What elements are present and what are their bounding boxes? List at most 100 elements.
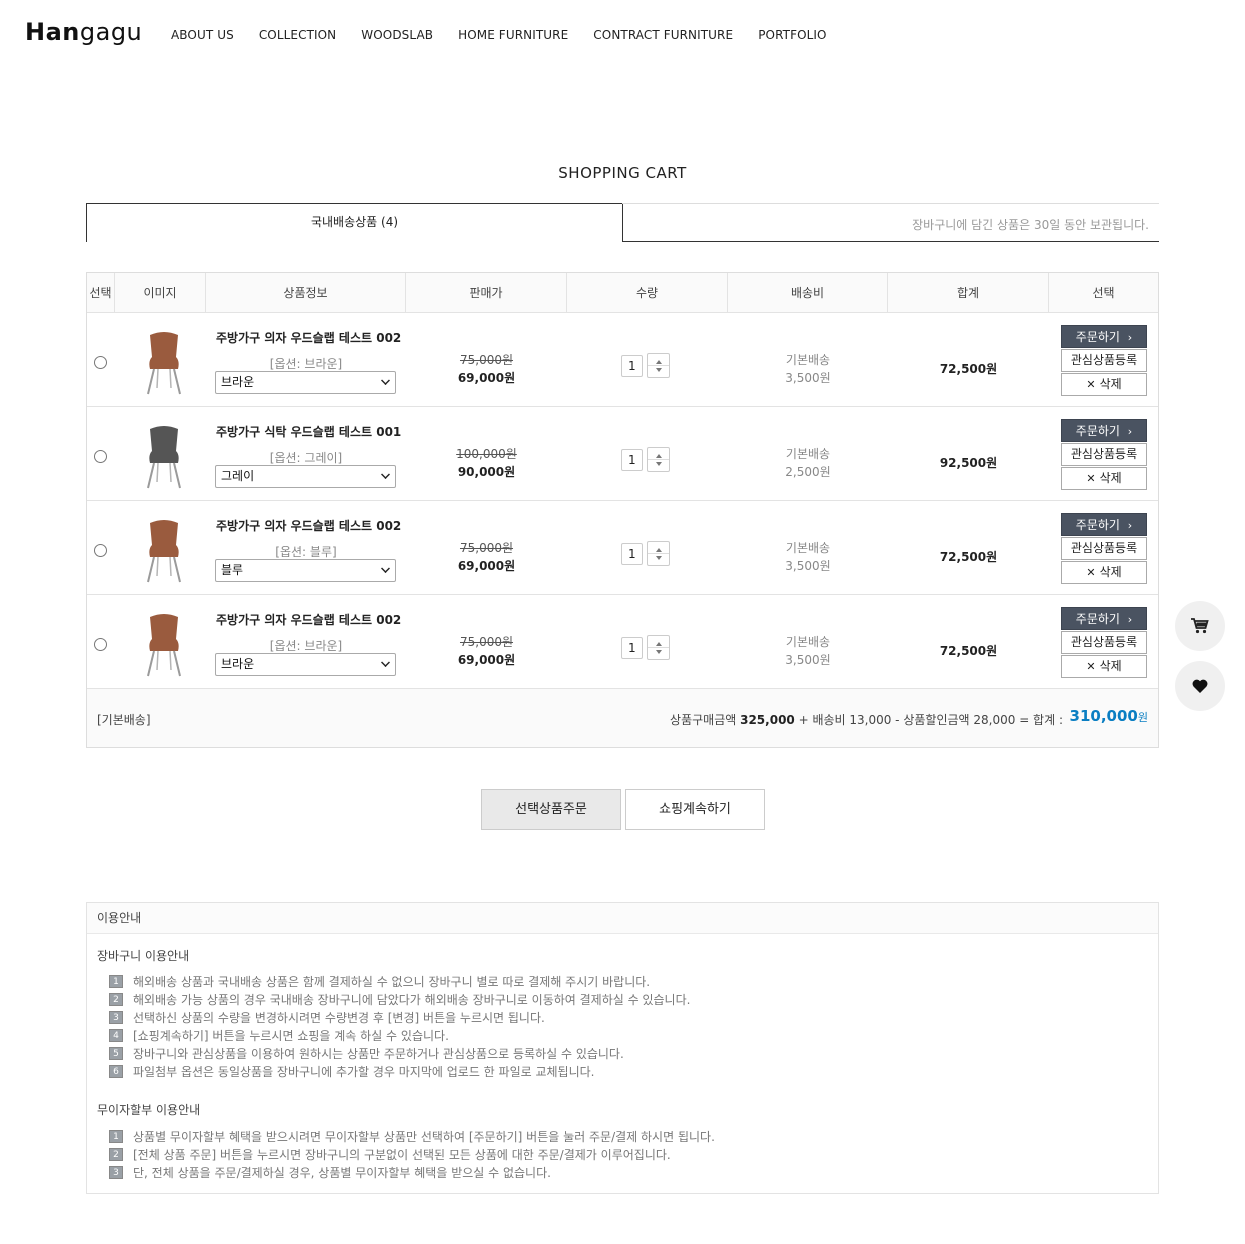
quantity-input[interactable]: 1: [621, 355, 643, 377]
increment-icon[interactable]: [656, 548, 662, 552]
row-select-radio[interactable]: [94, 450, 107, 463]
quantity-input[interactable]: 1: [621, 637, 643, 659]
nav-contract-furniture[interactable]: CONTRACT FURNITURE: [593, 28, 733, 42]
floating-cart-button[interactable]: [1175, 601, 1225, 651]
product-option: [옵션: 브라운]: [269, 639, 343, 653]
list-item-text: 선택하신 상품의 수량을 변경하시려면 수량변경 후 [변경] 버튼을 누르시면…: [133, 1010, 545, 1025]
header-actions: 선택: [1092, 286, 1115, 300]
product-thumbnail[interactable]: [115, 595, 206, 688]
shipping-type: 기본배송: [785, 447, 831, 461]
quantity-input[interactable]: 1: [621, 449, 643, 471]
number-badge: 2: [109, 1147, 123, 1161]
shipping-type: 기본배송: [785, 353, 831, 367]
chair-image: [147, 520, 181, 583]
nav-woodslab[interactable]: WOODSLAB: [361, 28, 433, 42]
product-name[interactable]: 주방가구 식탁 우드슬랩 테스트 001: [216, 423, 401, 440]
main-nav: ABOUT US COLLECTION WOODSLAB HOME FURNIT…: [171, 28, 852, 42]
option-select[interactable]: 그레이: [215, 465, 396, 488]
order-button[interactable]: 주문하기 ›: [1061, 513, 1147, 536]
list-item-text: 해외배송 상품과 국내배송 상품은 함께 결제하실 수 없으니 장바구니 별로 …: [133, 974, 651, 989]
chevron-down-icon: [381, 470, 390, 479]
installment-guide-list: 1 상품별 무이자할부 혜택을 받으시려면 무이자할부 상품만 선택하여 [주문하…: [109, 1127, 715, 1181]
product-name[interactable]: 주방가구 의자 우드슬랩 테스트 002: [216, 611, 401, 628]
tab-domestic[interactable]: 국내배송상품 (4): [86, 203, 623, 242]
heart-icon: [1192, 679, 1208, 693]
list-item: 3 선택하신 상품의 수량을 변경하시려면 수량변경 후 [변경] 버튼을 누르시…: [109, 1008, 690, 1026]
header-total: 합계: [888, 273, 1049, 312]
quantity-input[interactable]: 1: [621, 543, 643, 565]
floating-wishlist-button[interactable]: [1175, 661, 1225, 711]
increment-icon[interactable]: [656, 360, 662, 364]
number-badge: 3: [109, 1165, 123, 1179]
order-button[interactable]: 주문하기 ›: [1061, 607, 1147, 630]
option-select[interactable]: 블루: [215, 559, 396, 582]
sale-price: 69,000원: [457, 653, 516, 667]
option-select[interactable]: 브라운: [215, 653, 396, 676]
order-button[interactable]: 주문하기 ›: [1061, 419, 1147, 442]
nav-portfolio[interactable]: PORTFOLIO: [758, 28, 826, 42]
row-total: 72,500원: [939, 362, 998, 376]
guide-title: 이용안내: [87, 903, 1158, 934]
nav-about-us[interactable]: ABOUT US: [171, 28, 234, 42]
add-wishlist-button[interactable]: 관심상품등록: [1061, 349, 1147, 372]
order-selected-button[interactable]: 선택상품주문: [481, 789, 621, 830]
cart-guide-list: 1 해외배송 상품과 국내배송 상품은 함께 결제하실 수 없으니 장바구니 별로…: [109, 972, 690, 1080]
nav-home-furniture[interactable]: HOME FURNITURE: [458, 28, 568, 42]
quantity-stepper[interactable]: [647, 541, 670, 566]
number-badge: 4: [109, 1028, 123, 1042]
list-item-text: 파일첨부 옵션은 동일상품을 장바구니에 추가할 경우 마지막에 업로드 한 파…: [133, 1064, 595, 1079]
list-item: 2 [전체 상품 주문] 버튼을 누르시면 장바구니의 구분없이 선택된 모든 상…: [109, 1145, 715, 1163]
chevron-down-icon: [381, 376, 390, 385]
cart-summary: [기본배송] 상품구매금액 325,000 + 배송비 13,000 - 상품할…: [87, 689, 1158, 747]
table-row: 주방가구 의자 우드슬랩 테스트 002 [옵션: 블루] 블루 75,000원…: [87, 501, 1158, 595]
shipping-type: 기본배송: [785, 635, 831, 649]
quantity-stepper[interactable]: [647, 353, 670, 378]
header-product-info: 상품정보: [206, 273, 406, 312]
product-option: [옵션: 브라운]: [269, 357, 343, 371]
quantity-stepper[interactable]: [647, 635, 670, 660]
number-badge: 6: [109, 1064, 123, 1078]
delete-button[interactable]: ✕ 삭제: [1061, 561, 1147, 584]
nav-collection[interactable]: COLLECTION: [259, 28, 336, 42]
option-select[interactable]: 브라운: [215, 371, 396, 394]
increment-icon[interactable]: [656, 642, 662, 646]
quantity-stepper[interactable]: [647, 447, 670, 472]
row-select-radio[interactable]: [94, 356, 107, 369]
number-badge: 1: [109, 974, 123, 988]
decrement-icon[interactable]: [656, 556, 662, 560]
row-total: 72,500원: [939, 644, 998, 658]
list-item-text: 상품별 무이자할부 혜택을 받으시려면 무이자할부 상품만 선택하여 [주문하기…: [133, 1129, 715, 1144]
product-thumbnail[interactable]: [115, 407, 206, 500]
continue-shopping-button[interactable]: 쇼핑계속하기: [625, 789, 765, 830]
chevron-right-icon: ›: [1127, 425, 1133, 438]
site-logo[interactable]: Hangagu: [25, 18, 142, 46]
row-total: 92,500원: [939, 456, 998, 470]
row-select-radio[interactable]: [94, 544, 107, 557]
close-icon: ✕: [1086, 566, 1096, 579]
decrement-icon[interactable]: [656, 650, 662, 654]
chevron-right-icon: ›: [1127, 613, 1133, 626]
header-image: 이미지: [115, 273, 206, 312]
delete-button[interactable]: ✕ 삭제: [1061, 467, 1147, 490]
chair-image: [147, 426, 181, 489]
cart-guide-title: 장바구니 이용안내: [97, 949, 190, 963]
decrement-icon[interactable]: [656, 462, 662, 466]
row-select-radio[interactable]: [94, 638, 107, 651]
chair-image: [147, 332, 181, 395]
product-thumbnail[interactable]: [115, 313, 206, 406]
delete-button[interactable]: ✕ 삭제: [1061, 655, 1147, 678]
increment-icon[interactable]: [656, 454, 662, 458]
product-name[interactable]: 주방가구 의자 우드슬랩 테스트 002: [216, 517, 401, 534]
product-thumbnail[interactable]: [115, 501, 206, 594]
order-button[interactable]: 주문하기 ›: [1061, 325, 1147, 348]
decrement-icon[interactable]: [656, 368, 662, 372]
chevron-down-icon: [381, 658, 390, 667]
add-wishlist-button[interactable]: 관심상품등록: [1061, 537, 1147, 560]
header-select: 선택: [87, 273, 115, 312]
original-price: 100,000원: [456, 447, 517, 461]
delete-button[interactable]: ✕ 삭제: [1061, 373, 1147, 396]
add-wishlist-button[interactable]: 관심상품등록: [1061, 443, 1147, 466]
add-wishlist-button[interactable]: 관심상품등록: [1061, 631, 1147, 654]
product-name[interactable]: 주방가구 의자 우드슬랩 테스트 002: [216, 329, 401, 346]
list-item: 5 장바구니와 관심상품을 이용하여 원하시는 상품만 주문하거나 관심상품으로 …: [109, 1044, 690, 1062]
